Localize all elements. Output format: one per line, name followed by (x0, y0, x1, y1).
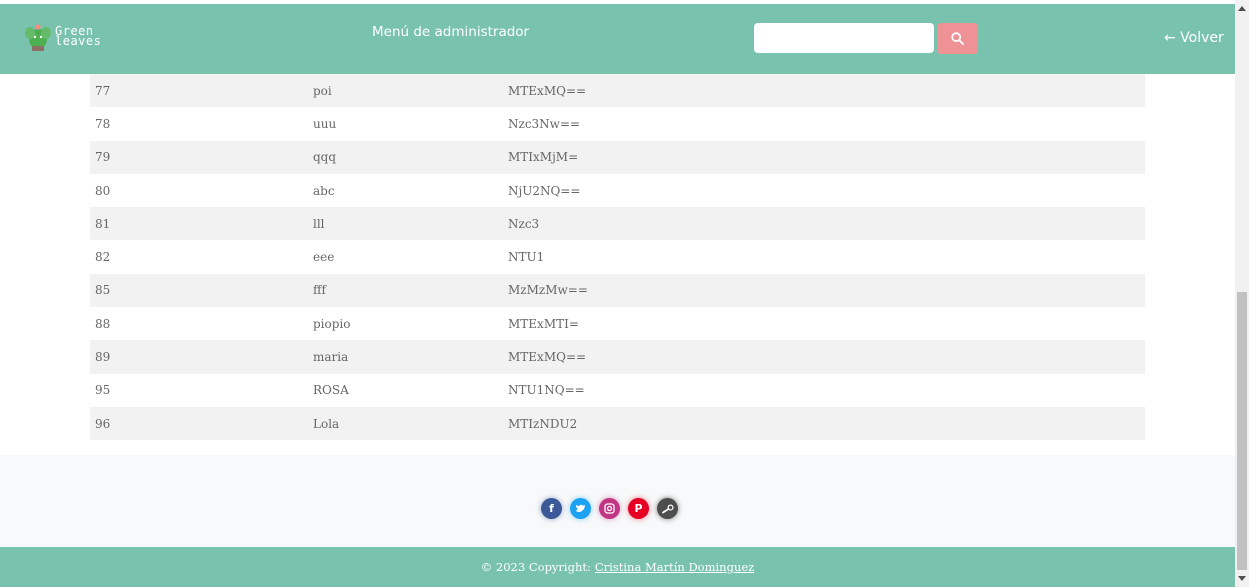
users-table: 77 poi MTExMQ== 78 uuu Nzc3Nw== 79 qqq M… (90, 74, 1145, 441)
search-input[interactable] (754, 23, 934, 53)
user-id-cell: 85 (95, 283, 111, 298)
user-password-cell: Nzc3 (508, 216, 540, 231)
brand-logo[interactable]: Green leaves (24, 16, 114, 56)
facebook-icon[interactable]: f (541, 498, 562, 519)
user-name-cell: Lola (313, 416, 340, 431)
scroll-down-arrow-icon[interactable] (1238, 576, 1246, 581)
user-id-cell: 88 (95, 316, 111, 331)
steam-logo-icon (661, 503, 674, 513)
table-row: 79 qqq MTIxMjM= (90, 140, 1145, 174)
table-row: 85 fff MzMzMw== (90, 273, 1145, 308)
table-row: 82 eee NTU1 (90, 240, 1145, 273)
copyright-author-link[interactable]: Cristina Martín Dominguez (595, 560, 754, 574)
user-password-cell: MTExMQ== (508, 350, 587, 365)
user-password-cell: MTIxMjM= (508, 150, 579, 165)
user-name-cell: qqq (313, 150, 337, 165)
search-button[interactable] (937, 23, 978, 54)
user-id-cell: 81 (95, 216, 111, 231)
user-password-cell: NTU1NQ== (508, 383, 585, 398)
user-password-cell: NjU2NQ== (508, 183, 581, 198)
table-row: 95 ROSA NTU1NQ== (90, 374, 1145, 407)
user-name-cell: piopio (313, 316, 351, 331)
user-name-cell: poi (313, 83, 332, 98)
user-id-cell: 78 (95, 116, 111, 131)
pinterest-icon[interactable]: P (628, 498, 649, 519)
footer-social-section: f P (0, 455, 1235, 547)
page-title: Menú de administrador (372, 24, 530, 40)
instagram-icon[interactable] (599, 498, 620, 519)
user-id-cell: 79 (95, 150, 111, 165)
scrollbar-thumb[interactable] (1237, 292, 1247, 570)
user-id-cell: 82 (95, 250, 111, 265)
user-name-cell: maria (313, 350, 349, 365)
back-link[interactable]: ← Volver (1164, 30, 1224, 46)
twitter-bird-icon (576, 504, 585, 512)
user-password-cell: MTExMTI= (508, 316, 579, 331)
table-row: 88 piopio MTExMTI= (90, 307, 1145, 340)
table-row: 78 uuu Nzc3Nw== (90, 107, 1145, 140)
user-name-cell: fff (313, 283, 326, 298)
table-row: 89 maria MTExMQ== (90, 340, 1145, 374)
user-password-cell: Nzc3Nw== (508, 116, 581, 131)
user-name-cell: lll (313, 216, 325, 231)
vertical-scrollbar[interactable] (1235, 0, 1249, 587)
steam-icon[interactable] (657, 498, 678, 519)
social-links: f P (541, 498, 678, 519)
user-name-cell: eee (313, 250, 335, 265)
user-id-cell: 95 (95, 383, 111, 398)
user-password-cell: NTU1 (508, 250, 545, 265)
user-name-cell: abc (313, 183, 335, 198)
twitter-icon[interactable] (570, 498, 591, 519)
cactus-logo-icon (25, 24, 51, 51)
top-navbar: Green leaves Menú de administrador ← Vol… (0, 0, 1235, 74)
table-row: 80 abc NjU2NQ== (90, 174, 1145, 207)
scroll-up-arrow-icon[interactable] (1238, 6, 1246, 11)
user-password-cell: MTIzNDU2 (508, 416, 578, 431)
user-id-cell: 96 (95, 416, 111, 431)
user-id-cell: 80 (95, 183, 111, 198)
table-row: 96 Lola MTIzNDU2 (90, 406, 1145, 441)
instagram-camera-icon (604, 503, 615, 514)
user-name-cell: uuu (313, 116, 337, 131)
user-id-cell: 77 (95, 83, 111, 98)
user-id-cell: 89 (95, 350, 111, 365)
user-name-cell: ROSA (313, 383, 349, 398)
table-row: 77 poi MTExMQ== (90, 74, 1145, 108)
copyright-bar: © 2023 Copyright: Cristina Martín Doming… (0, 547, 1235, 587)
user-password-cell: MzMzMw== (508, 283, 588, 298)
table-row: 81 lll Nzc3 (90, 207, 1145, 241)
brand-name: Green leaves (55, 24, 102, 48)
copyright-text: © 2023 Copyright: (480, 560, 591, 574)
search-icon (951, 32, 964, 45)
user-password-cell: MTExMQ== (508, 83, 587, 98)
